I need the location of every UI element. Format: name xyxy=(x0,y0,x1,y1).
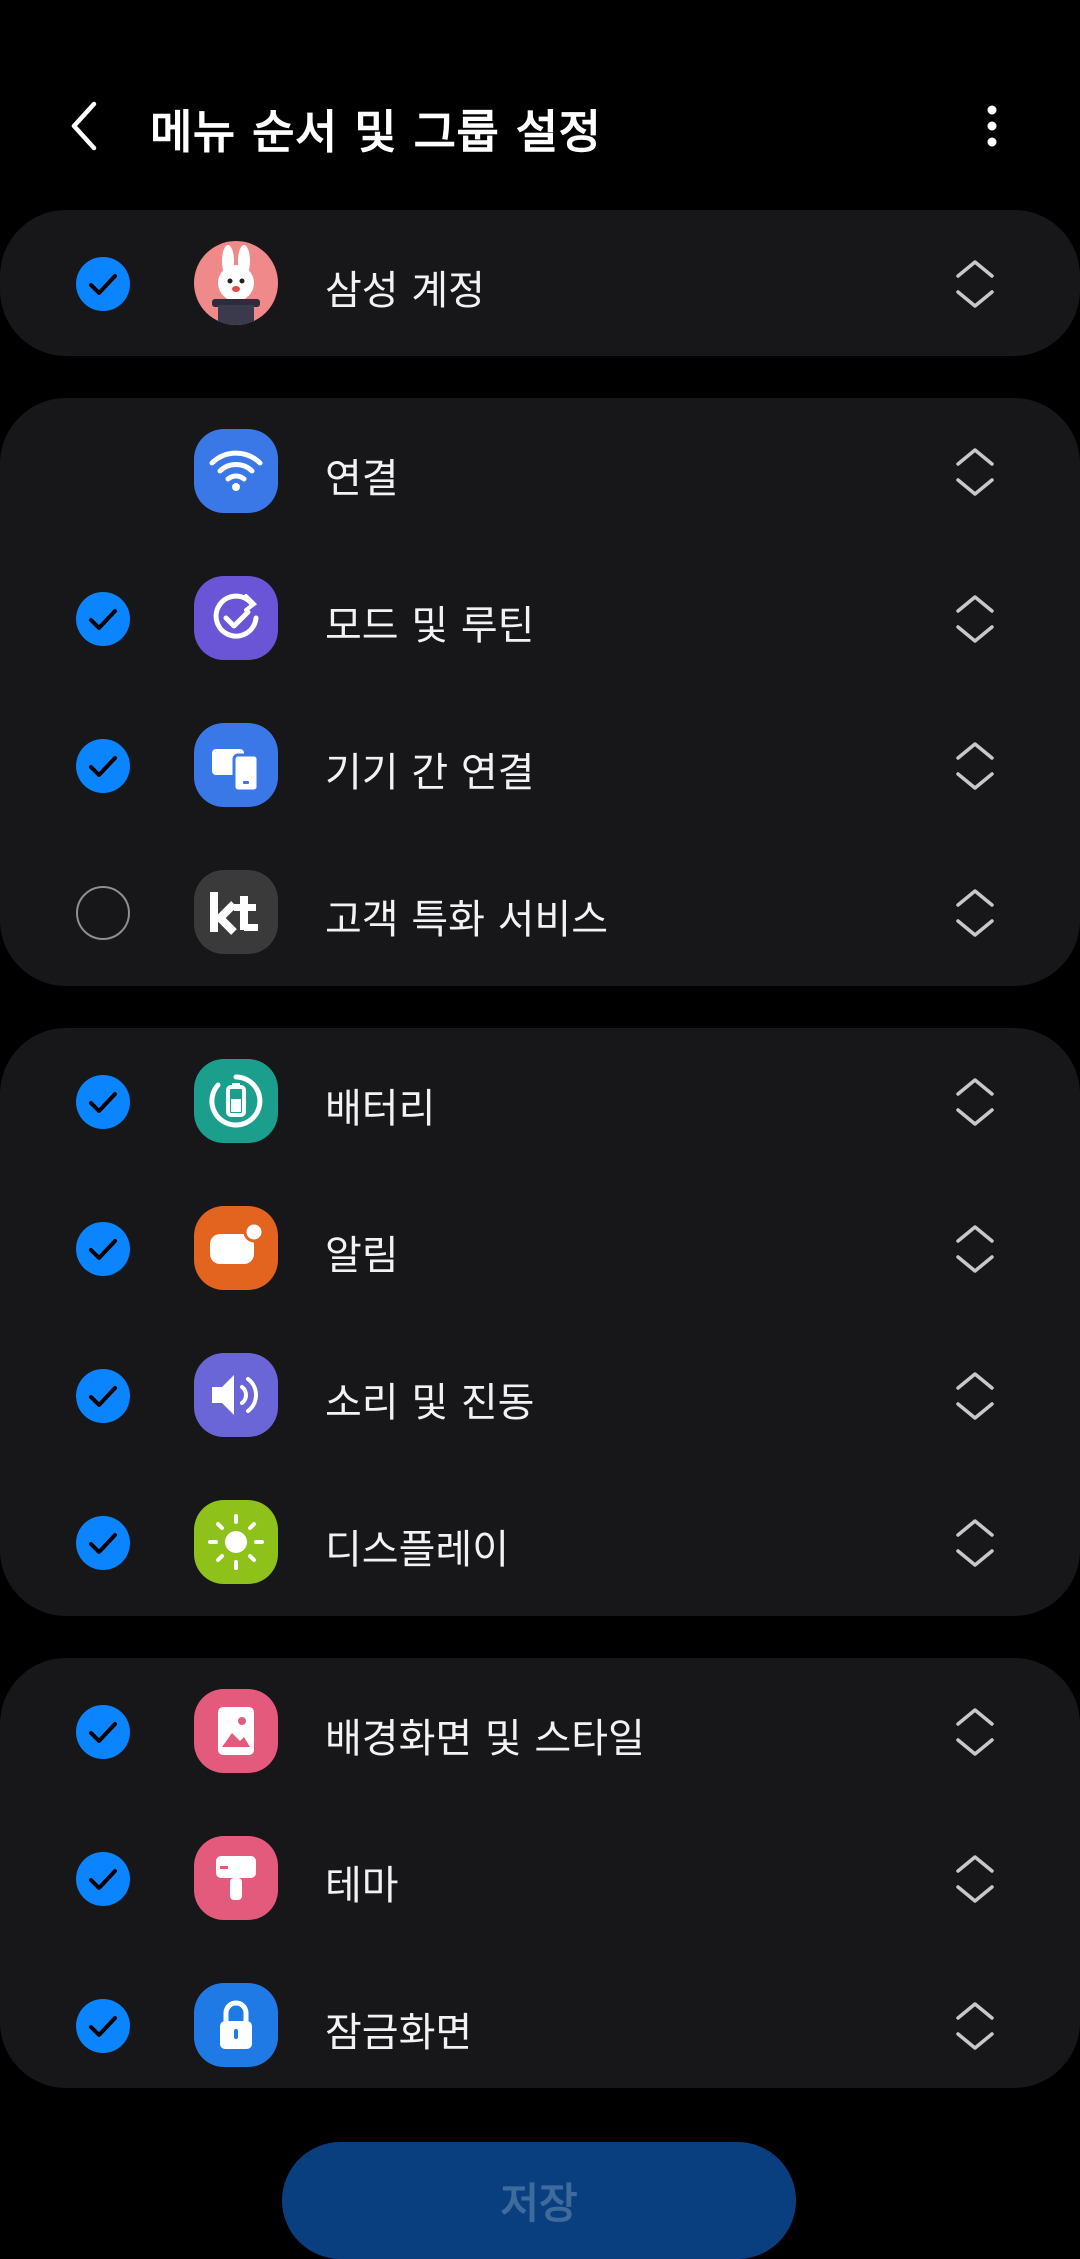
routine-check-icon xyxy=(194,576,278,660)
checkmark-icon xyxy=(89,1239,117,1260)
reorder-handle-icon[interactable] xyxy=(952,591,998,647)
checkmark-icon xyxy=(89,1533,117,1554)
item-label: 기기 간 연결 xyxy=(325,750,535,796)
item-label: 삼성 계정 xyxy=(325,268,485,314)
item-label: 소리 및 진동 xyxy=(325,1380,535,1426)
samsung-account-avatar-icon xyxy=(194,241,278,325)
checkbox[interactable] xyxy=(76,1222,130,1276)
devices-icon xyxy=(194,723,278,807)
list-item[interactable]: 배터리 xyxy=(0,1028,1080,1175)
checkmark-icon xyxy=(89,1386,117,1407)
reorder-handle-icon[interactable] xyxy=(952,1368,998,1424)
wallpaper-icon xyxy=(194,1689,278,1773)
list-item[interactable]: 소리 및 진동 xyxy=(0,1322,1080,1469)
kt-icon xyxy=(194,870,278,954)
checkbox[interactable] xyxy=(76,1075,130,1129)
checkmark-icon xyxy=(89,2016,117,2037)
checkmark-icon xyxy=(89,1722,117,1743)
list-item[interactable]: 디스플레이 xyxy=(0,1469,1080,1616)
reorder-handle-icon[interactable] xyxy=(952,738,998,794)
reorder-handle-icon[interactable] xyxy=(952,1998,998,2054)
theme-brush-icon xyxy=(194,1836,278,1920)
checkbox[interactable] xyxy=(76,1999,130,2053)
reorder-handle-icon[interactable] xyxy=(952,1221,998,1277)
battery-icon xyxy=(194,1059,278,1143)
checkbox[interactable] xyxy=(76,1516,130,1570)
page-title: 메뉴 순서 및 그룹 설정 xyxy=(150,105,602,159)
save-button-label: 저장 xyxy=(500,2179,578,2228)
item-label: 테마 xyxy=(325,1863,399,1909)
list-item[interactable]: 고객 특화 서비스 xyxy=(0,839,1080,986)
list-item[interactable]: 연결 xyxy=(0,398,1080,545)
checkbox[interactable] xyxy=(76,739,130,793)
reorder-handle-icon[interactable] xyxy=(952,1851,998,1907)
item-label: 고객 특화 서비스 xyxy=(325,897,609,943)
app-bar: 메뉴 순서 및 그룹 설정 xyxy=(0,60,1080,190)
checkmark-icon xyxy=(89,1092,117,1113)
checkbox[interactable] xyxy=(76,592,130,646)
item-label: 배터리 xyxy=(325,1086,436,1132)
checkbox[interactable] xyxy=(76,257,130,311)
item-label: 연결 xyxy=(325,456,399,502)
display-brightness-icon xyxy=(194,1500,278,1584)
checkmark-icon xyxy=(89,756,117,777)
lock-icon xyxy=(194,1983,278,2067)
item-label: 모드 및 루틴 xyxy=(325,603,535,649)
back-button[interactable] xyxy=(52,94,116,158)
checkbox[interactable] xyxy=(76,1705,130,1759)
list-item[interactable]: 기기 간 연결 xyxy=(0,692,1080,839)
reorder-handle-icon[interactable] xyxy=(952,1074,998,1130)
menu-group-device: 배터리 알림 소리 및 진동 디스플레이 xyxy=(0,1028,1080,1616)
reorder-handle-icon[interactable] xyxy=(952,444,998,500)
notification-icon xyxy=(194,1206,278,1290)
list-item[interactable]: 모드 및 루틴 xyxy=(0,545,1080,692)
list-item[interactable]: 테마 xyxy=(0,1805,1080,1952)
item-label: 알림 xyxy=(325,1233,399,1279)
save-button[interactable]: 저장 xyxy=(282,2142,796,2259)
checkbox[interactable] xyxy=(76,1852,130,1906)
menu-group-style: 배경화면 및 스타일 테마 잠금화면 xyxy=(0,1658,1080,2088)
reorder-handle-icon[interactable] xyxy=(952,1704,998,1760)
reorder-handle-icon[interactable] xyxy=(952,256,998,312)
menu-group-connections: 연결 모드 및 루틴 기기 간 연결 고객 특화 서비스 xyxy=(0,398,1080,986)
more-options-button[interactable] xyxy=(960,94,1024,158)
list-item[interactable]: 배경화면 및 스타일 xyxy=(0,1658,1080,1805)
more-vertical-icon xyxy=(987,105,997,147)
menu-group-account: 삼성 계정 xyxy=(0,210,1080,356)
item-label: 잠금화면 xyxy=(325,2010,473,2056)
reorder-handle-icon[interactable] xyxy=(952,1515,998,1571)
list-item[interactable]: 잠금화면 xyxy=(0,1952,1080,2099)
wifi-icon xyxy=(194,429,278,513)
checkmark-icon xyxy=(89,609,117,630)
back-arrow-icon xyxy=(71,101,97,151)
sound-icon xyxy=(194,1353,278,1437)
checkbox[interactable] xyxy=(76,1369,130,1423)
item-label: 디스플레이 xyxy=(325,1527,509,1573)
checkmark-icon xyxy=(89,1869,117,1890)
reorder-handle-icon[interactable] xyxy=(952,885,998,941)
list-item[interactable]: 삼성 계정 xyxy=(0,210,1080,357)
item-label: 배경화면 및 스타일 xyxy=(325,1716,645,1762)
list-item[interactable]: 알림 xyxy=(0,1175,1080,1322)
checkmark-icon xyxy=(89,274,117,295)
checkbox[interactable] xyxy=(76,886,130,940)
